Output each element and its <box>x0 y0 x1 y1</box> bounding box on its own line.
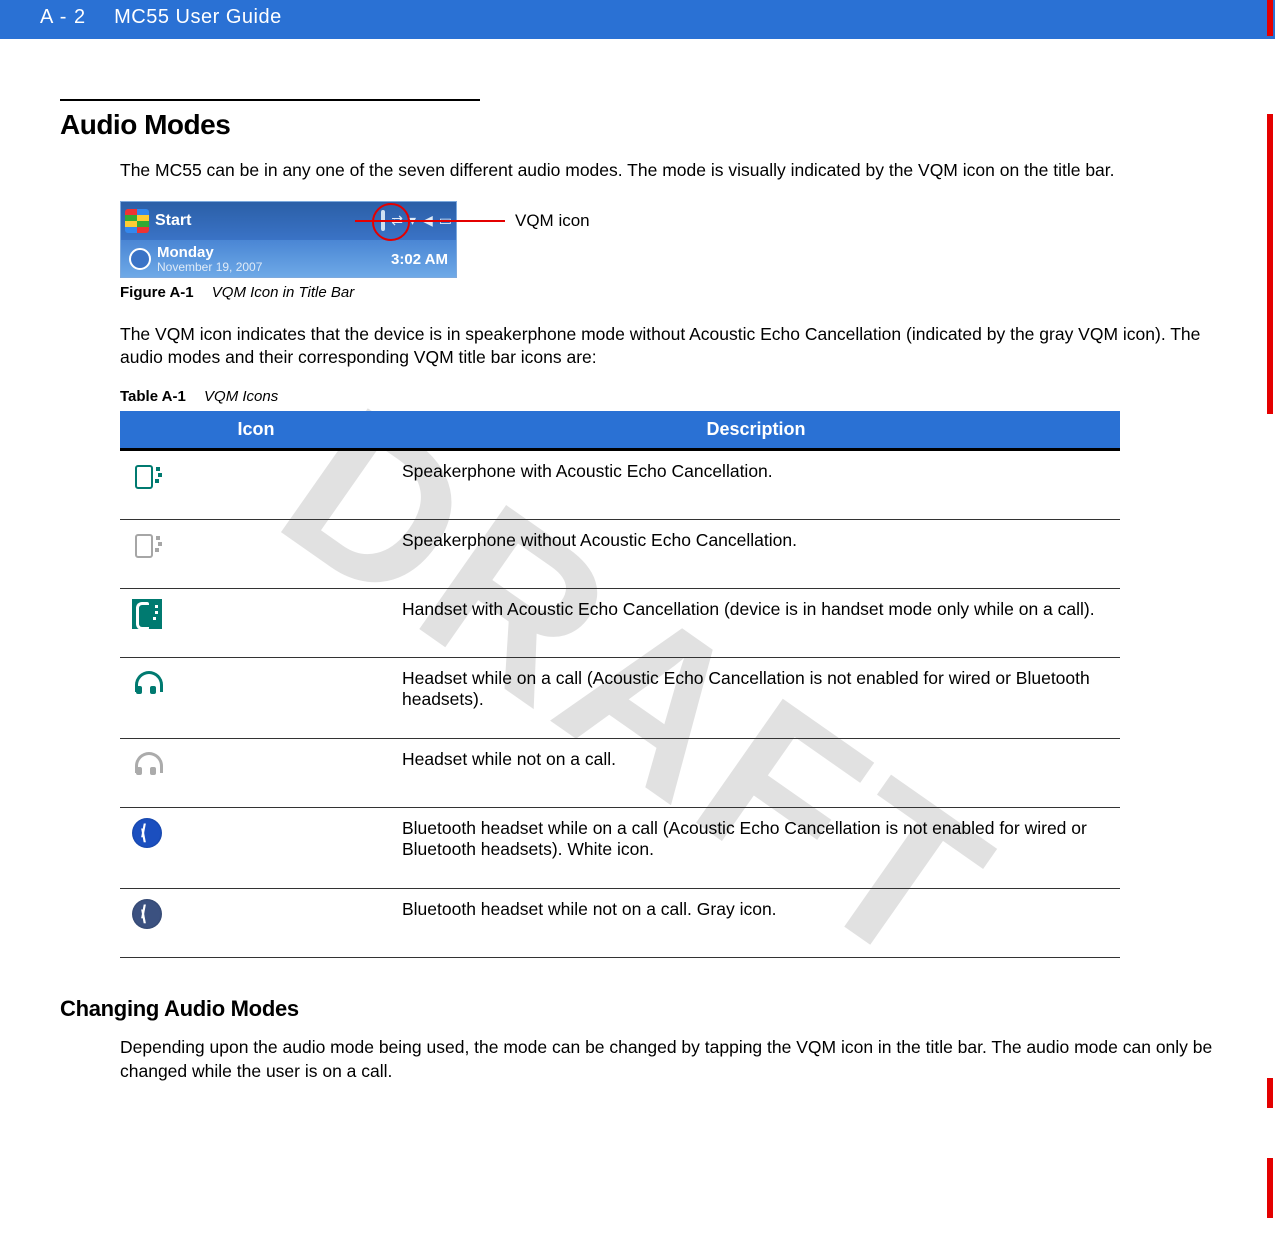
table-desc: Speakerphone without Acoustic Echo Cance… <box>392 519 1120 588</box>
table-row: Headset while on a call (Acoustic Echo C… <box>120 657 1120 738</box>
windows-flag-icon <box>125 209 149 233</box>
table-row: Bluetooth headset while not on a call. G… <box>120 888 1120 957</box>
page-number: A - 2 <box>40 6 86 29</box>
table-caption-text: VQM Icons <box>204 388 278 405</box>
changing-modes-paragraph: Depending upon the audio mode being used… <box>120 1036 1215 1083</box>
titlebar-date: November 19, 2007 <box>157 261 262 274</box>
callout-label: VQM icon <box>515 211 590 231</box>
bt-headset-oncall-icon <box>132 818 162 848</box>
vqm-highlight-circle <box>372 203 410 241</box>
after-figure-paragraph: The VQM icon indicates that the device i… <box>120 323 1215 370</box>
guide-title: MC55 User Guide <box>114 6 282 29</box>
figure-caption: Figure A-1 VQM Icon in Title Bar <box>120 284 1215 301</box>
table-row: Bluetooth headset while on a call (Acous… <box>120 807 1120 888</box>
table-row: Speakerphone without Acoustic Echo Cance… <box>120 519 1120 588</box>
table-header-description: Description <box>392 411 1120 450</box>
table-header-icon: Icon <box>120 411 392 450</box>
section-title-changing-audio-modes: Changing Audio Modes <box>60 996 1215 1022</box>
handset-aec-icon <box>132 599 162 629</box>
table-desc: Headset while not on a call. <box>392 738 1120 807</box>
titlebar-day: Monday <box>157 245 262 261</box>
speakerphone-noaec-icon <box>132 530 162 560</box>
table-row: Handset with Acoustic Echo Cancellation … <box>120 588 1120 657</box>
section-title-audio-modes: Audio Modes <box>60 109 1215 141</box>
figure-caption-label: Figure A-1 <box>120 284 194 301</box>
table-desc: Bluetooth headset while on a call (Acous… <box>392 807 1120 888</box>
vqm-icons-table: Icon Description Speakerphone with Acous… <box>120 411 1120 958</box>
table-desc: Bluetooth headset while not on a call. G… <box>392 888 1120 957</box>
table-desc: Handset with Acoustic Echo Cancellation … <box>392 588 1120 657</box>
table-desc: Headset while on a call (Acoustic Echo C… <box>392 657 1120 738</box>
table-caption: Table A-1 VQM Icons <box>120 388 1215 405</box>
section-rule <box>60 99 480 101</box>
table-row: Speakerphone with Acoustic Echo Cancella… <box>120 449 1120 519</box>
clock-icon <box>129 248 151 270</box>
intro-paragraph: The MC55 can be in any one of the seven … <box>120 159 1215 183</box>
figure-a1: Start ⇄ ▾ ◀︎ ▭ <box>120 201 720 278</box>
table-desc: Speakerphone with Acoustic Echo Cancella… <box>392 449 1120 519</box>
speakerphone-aec-icon <box>132 461 162 491</box>
table-row: Headset while not on a call. <box>120 738 1120 807</box>
table-caption-label: Table A-1 <box>120 388 186 405</box>
page-header: A - 2 MC55 User Guide <box>0 0 1275 39</box>
start-label: Start <box>155 212 191 230</box>
device-titlebar: Start ⇄ ▾ ◀︎ ▭ <box>120 201 457 278</box>
titlebar-time: 3:02 AM <box>391 251 448 268</box>
headset-oncall-icon <box>132 668 162 698</box>
headset-idle-icon <box>132 749 162 779</box>
bt-headset-idle-icon <box>132 899 162 929</box>
figure-caption-text: VQM Icon in Title Bar <box>212 284 354 301</box>
